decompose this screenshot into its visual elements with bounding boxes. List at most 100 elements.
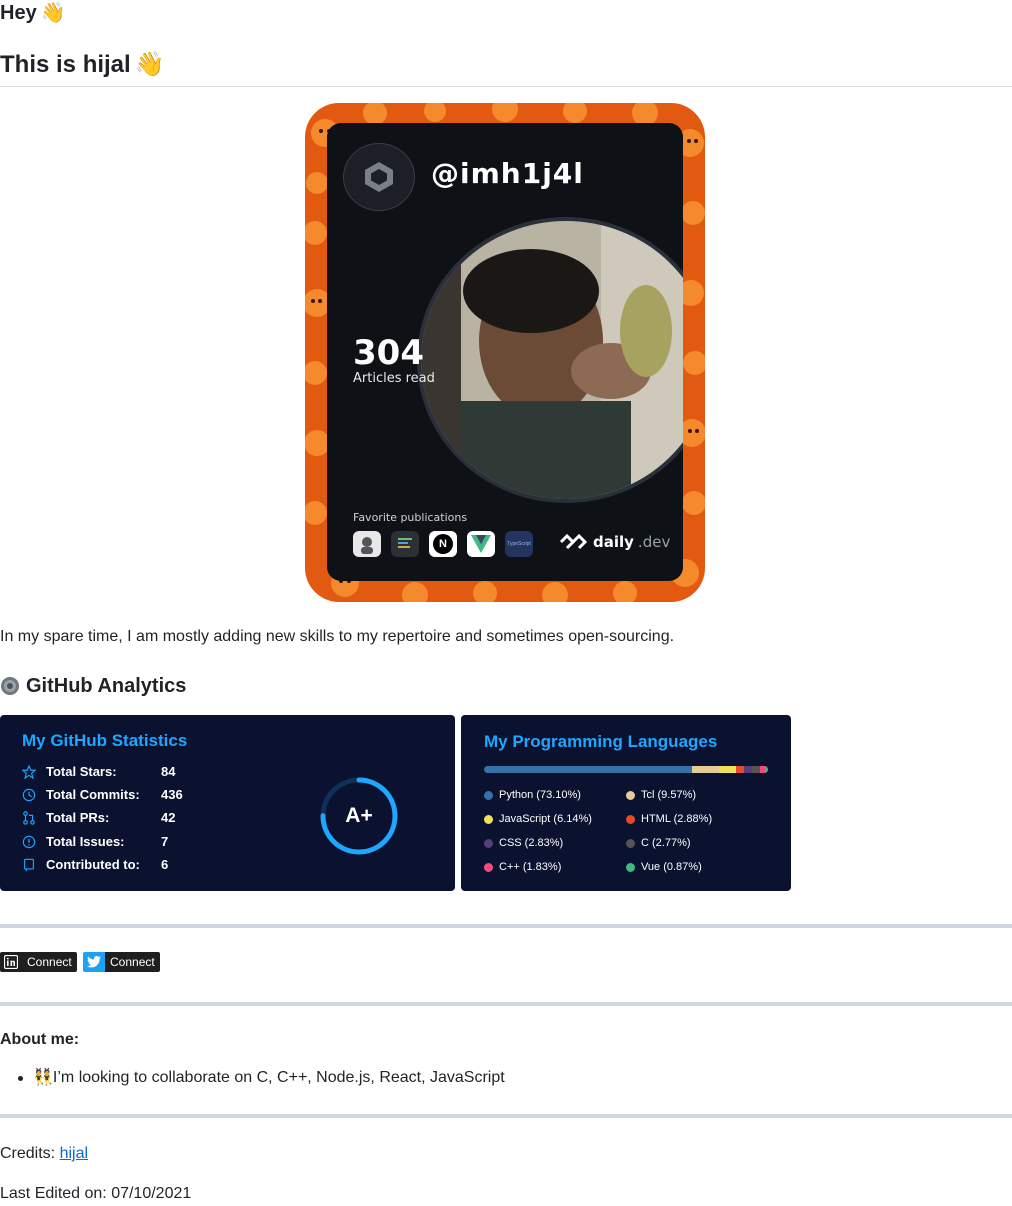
language-item: C++ (1.83%) — [484, 861, 561, 873]
brand-name: daily — [593, 533, 634, 551]
articles-label: Articles read — [353, 371, 435, 386]
wave-emoji-icon: 👋 — [40, 2, 66, 24]
language-bar-segment — [691, 766, 719, 773]
github-stats-card[interactable]: My GitHub Statistics Total Stars: 84 Tot… — [0, 715, 455, 891]
clock-icon — [22, 788, 36, 801]
github-analytics-title: GitHub Analytics — [26, 675, 187, 697]
language-bar-segment — [736, 766, 745, 773]
language-item: Vue (0.87%) — [626, 861, 702, 873]
gear-icon — [1, 677, 19, 695]
github-stats-title: My GitHub Statistics — [22, 731, 188, 750]
language-dot-icon — [484, 838, 493, 848]
about-list-item: 👯 I’m looking to collaborate on C, C++, … — [18, 1068, 505, 1088]
language-dot-icon — [626, 862, 635, 872]
publication-vue-icon[interactable] — [467, 531, 495, 557]
language-dot-icon — [484, 790, 493, 800]
language-dot-icon — [626, 838, 635, 848]
section-divider — [0, 1114, 1012, 1118]
publication-code-icon[interactable] — [391, 531, 419, 557]
devcard-handle: @imh1j4l — [431, 157, 584, 190]
last-edited: Last Edited on: 07/10/2021 — [0, 1185, 192, 1202]
section-divider — [0, 924, 1012, 928]
daily-dev-brand-icon — [559, 534, 588, 550]
bullet-dot — [18, 1075, 23, 1081]
language-dot-icon — [484, 862, 493, 872]
intro-text: In my spare time, I am mostly adding new… — [0, 628, 675, 645]
publication-avatar-icon[interactable] — [353, 531, 381, 557]
greeting-heading: Hey 👋 — [0, 0, 66, 26]
language-dot-icon — [626, 790, 635, 800]
daily-dev-brand: daily .dev — [559, 533, 670, 551]
section-divider — [0, 1002, 1012, 1006]
language-dot-icon — [484, 814, 493, 824]
stat-label: Total PRs: — [46, 810, 110, 825]
stat-value: 42 — [161, 810, 176, 825]
stat-label: Total Stars: — [46, 764, 117, 779]
stat-row-prs: Total PRs: 42 — [22, 810, 175, 825]
stat-value: 436 — [161, 787, 183, 802]
linkedin-connect-label: Connect — [22, 952, 77, 972]
twitter-connect-badge[interactable]: Connect — [83, 952, 160, 972]
repo-icon — [24, 858, 34, 871]
language-bar-segment — [718, 766, 737, 773]
twitter-connect-label: Connect — [105, 952, 160, 972]
stat-label: Contributed to: — [46, 857, 140, 872]
language-item: CSS (2.83%) — [484, 837, 563, 849]
language-label: C (2.77%) — [641, 837, 691, 849]
credits-link[interactable]: hijal — [60, 1145, 88, 1162]
language-label: Python (73.10%) — [499, 789, 581, 801]
language-label: C++ (1.83%) — [499, 861, 562, 873]
issue-icon — [22, 835, 36, 848]
pull-request-icon — [23, 810, 35, 825]
rank-grade: A+ — [345, 804, 373, 827]
publication-list: N TypeScript — [353, 531, 533, 557]
about-item-text: I’m looking to collaborate on C, C++, No… — [52, 1069, 505, 1086]
language-item: HTML (2.88%) — [626, 813, 712, 825]
credits-label: Credits: — [0, 1145, 56, 1162]
brand-suffix: .dev — [637, 533, 671, 551]
language-label: Vue (0.87%) — [641, 861, 702, 873]
stat-row-issues: Total Issues: 7 — [22, 834, 168, 849]
languages-title: My Programming Languages — [484, 732, 718, 751]
linkedin-connect-badge[interactable]: Connect — [0, 952, 77, 972]
daily-dev-logo-icon — [343, 143, 415, 211]
language-bar-segment — [765, 766, 768, 773]
language-item: Tcl (9.57%) — [626, 789, 696, 801]
stat-row-contributed: Contributed to: 6 — [22, 857, 168, 872]
favorite-publications-label: Favorite publications — [353, 511, 468, 524]
stat-label: Total Commits: — [46, 787, 140, 802]
profile-photo — [417, 217, 683, 503]
credits-line: Credits: hijal — [0, 1144, 88, 1164]
about-heading: About me: — [0, 1031, 80, 1048]
card-inner: @imh1j4l 304 Articles read Favorite publ… — [327, 123, 683, 581]
star-icon — [22, 764, 36, 779]
stat-row-commits: Total Commits: 436 — [22, 787, 183, 802]
languages-card[interactable]: My Programming Languages Python (73.10%)… — [461, 715, 791, 891]
stat-value: 84 — [161, 764, 176, 779]
wave-emoji-icon: 👋 — [134, 51, 165, 78]
articles-count: 304 — [353, 333, 424, 373]
language-item: C (2.77%) — [626, 837, 691, 849]
publication-typescript-icon[interactable]: TypeScript — [505, 531, 533, 557]
language-label: JavaScript (6.14%) — [499, 813, 592, 825]
greeting-text: Hey — [0, 2, 37, 24]
language-dot-icon — [626, 814, 635, 824]
publication-nextjs-icon[interactable]: N — [429, 531, 457, 557]
stat-row-stars: Total Stars: 84 — [22, 764, 175, 779]
language-label: Tcl (9.57%) — [641, 789, 697, 801]
page-title: This is hijal 👋 — [0, 50, 165, 80]
github-analytics-heading: GitHub Analytics — [0, 673, 186, 699]
stat-value: 6 — [161, 857, 169, 872]
language-bar-segment — [744, 766, 753, 773]
daily-dev-card[interactable]: @imh1j4l 304 Articles read Favorite publ… — [305, 103, 705, 602]
title-divider — [0, 86, 1012, 87]
languages-bar — [484, 766, 768, 773]
twitter-icon — [83, 952, 105, 972]
stat-label: Total Issues: — [46, 834, 125, 849]
dancers-emoji-icon: 👯 — [33, 1069, 53, 1086]
language-bar-segment — [752, 766, 761, 773]
language-bar-segment — [484, 766, 692, 773]
stat-value: 7 — [161, 834, 169, 849]
language-item: Python (73.10%) — [484, 789, 581, 801]
language-item: JavaScript (6.14%) — [484, 813, 592, 825]
